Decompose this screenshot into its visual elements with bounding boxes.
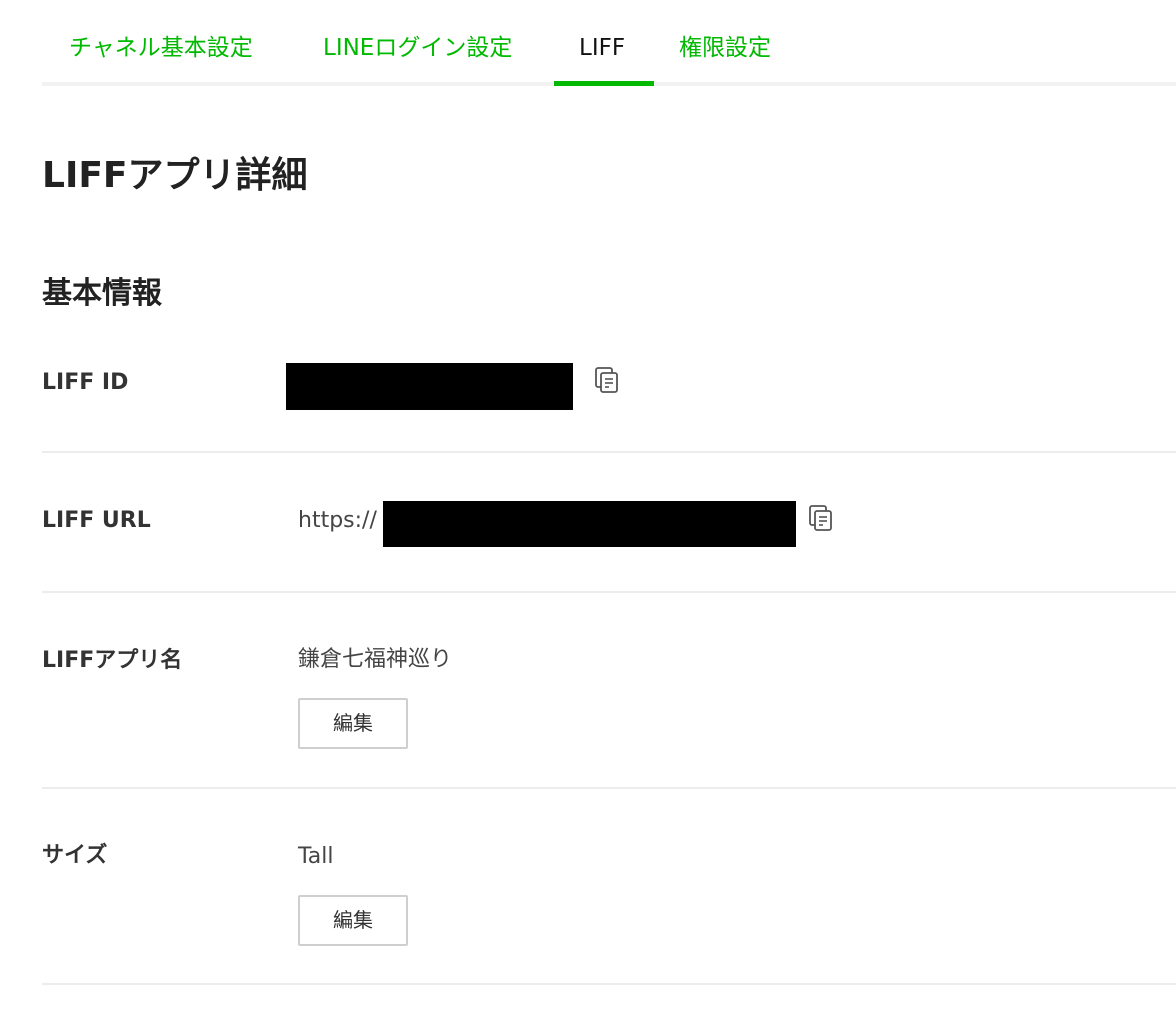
tab-bar: チャネル基本設定 LINEログイン設定 LIFF 権限設定 — [42, 0, 1176, 86]
liff-app-name-label: LIFFアプリ名 — [42, 648, 183, 673]
section-title: 基本情報 — [42, 276, 162, 311]
active-tab-indicator — [554, 81, 654, 86]
page-title: LIFFアプリ詳細 — [42, 155, 308, 196]
tab-channel-basic-settings[interactable]: チャネル基本設定 — [69, 32, 253, 64]
divider — [42, 787, 1176, 789]
edit-app-name-button[interactable]: 編集 — [298, 698, 408, 749]
liff-id-label: LIFF ID — [42, 370, 129, 395]
liff-url-value-redacted — [383, 501, 796, 547]
liff-url-label: LIFF URL — [42, 508, 151, 533]
liff-id-value-redacted — [286, 363, 573, 410]
edit-size-button[interactable]: 編集 — [298, 895, 408, 946]
tab-liff[interactable]: LIFF — [579, 32, 625, 64]
divider — [42, 591, 1176, 593]
divider — [42, 983, 1176, 985]
liff-url-prefix: https:// — [298, 508, 377, 533]
tab-line-login-settings[interactable]: LINEログイン設定 — [323, 32, 512, 64]
copy-icon[interactable] — [809, 505, 833, 533]
copy-icon[interactable] — [595, 367, 619, 395]
tab-permission-settings[interactable]: 権限設定 — [679, 32, 771, 64]
divider — [42, 451, 1176, 453]
liff-app-name-value: 鎌倉七福神巡り — [298, 647, 453, 672]
size-value: Tall — [298, 844, 334, 869]
size-label: サイズ — [42, 843, 108, 868]
